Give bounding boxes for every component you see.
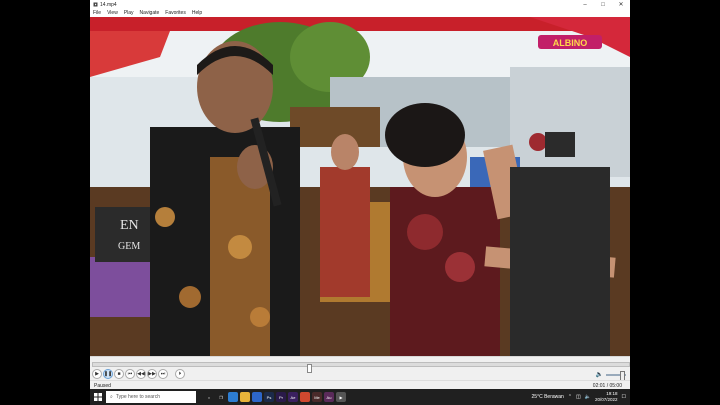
clock-date: 20/07/2022 bbox=[594, 397, 618, 402]
speaker-icon[interactable]: 🔈 bbox=[596, 371, 603, 378]
pinned-apps: ○ ❐ Ps Pr Ae Me Au ▶ bbox=[204, 392, 346, 402]
banner-text-2: GEM bbox=[118, 241, 140, 252]
edge-icon[interactable] bbox=[228, 392, 238, 402]
seek-thumb[interactable] bbox=[307, 364, 313, 373]
next-icon[interactable]: ⏭ bbox=[158, 369, 168, 379]
prev-icon[interactable]: ⏮ bbox=[125, 369, 135, 379]
media-player-taskbar-icon[interactable]: ▶ bbox=[336, 392, 346, 402]
forward-icon[interactable]: ▶▶ bbox=[147, 369, 157, 379]
stop-icon[interactable]: ■ bbox=[114, 369, 124, 379]
menu-help[interactable]: Help bbox=[189, 10, 205, 16]
tray-overflow-icon[interactable]: ⌃ bbox=[568, 394, 572, 400]
taskbar-search-input[interactable]: ⌕ Type here to search bbox=[106, 391, 196, 403]
premiere-icon[interactable]: Pr bbox=[276, 392, 286, 402]
menu-bar: File View Play Navigate Favorites Help bbox=[90, 9, 630, 17]
chrome-icon[interactable] bbox=[300, 392, 310, 402]
audition-icon[interactable]: Au bbox=[324, 392, 334, 402]
menu-navigate[interactable]: Navigate bbox=[137, 10, 163, 16]
maximize-button[interactable]: □ bbox=[594, 0, 612, 9]
frame-step-icon[interactable]: ⏵ bbox=[175, 369, 185, 379]
playback-time: 02:01 / 05:00 bbox=[592, 382, 622, 389]
playback-controls: ▶ ❚❚ ■ ⏮ ◀◀ ▶▶ ⏭ ⏵ 🔈 bbox=[90, 356, 630, 381]
taskbar: ⌕ Type here to search ○ ❐ Ps Pr Ae Me Au… bbox=[90, 389, 630, 405]
rewind-icon[interactable]: ◀◀ bbox=[136, 369, 146, 379]
cortana-icon[interactable]: ○ bbox=[204, 392, 214, 402]
weather-status[interactable]: 25°C Berawan bbox=[532, 394, 564, 400]
search-placeholder: Type here to search bbox=[115, 394, 161, 400]
media-player-window: 14.mp4 – □ ✕ File View Play Navigate Fav… bbox=[90, 0, 630, 390]
photoshop-icon[interactable]: Ps bbox=[264, 392, 274, 402]
video-frame[interactable]: EN GEM ALBINO bbox=[90, 17, 630, 356]
video-scene: EN GEM ALBINO bbox=[90, 17, 630, 356]
media-encoder-icon[interactable]: Me bbox=[312, 392, 322, 402]
clock[interactable]: 19:18 20/07/2022 bbox=[595, 391, 618, 403]
control-buttons: ▶ ❚❚ ■ ⏮ ◀◀ ▶▶ ⏭ ⏵ bbox=[92, 369, 185, 379]
volume-slider[interactable] bbox=[606, 370, 626, 381]
system-tray: 25°C Berawan ⌃ ◫ 🔈 19:18 20/07/2022 ☐ bbox=[532, 391, 630, 403]
menu-favorites[interactable]: Favorites bbox=[162, 10, 189, 16]
file-explorer-icon[interactable] bbox=[240, 392, 250, 402]
windows-start-icon[interactable] bbox=[90, 389, 106, 405]
volume-control: 🔈 bbox=[596, 370, 626, 381]
play-icon[interactable]: ▶ bbox=[92, 369, 102, 379]
window-title: 14.mp4 bbox=[100, 1, 117, 8]
menu-play[interactable]: Play bbox=[121, 10, 137, 16]
search-icon: ⌕ bbox=[110, 394, 113, 400]
menu-file[interactable]: File bbox=[90, 10, 104, 16]
volume-thumb[interactable] bbox=[620, 370, 625, 381]
title-bar: 14.mp4 – □ ✕ bbox=[90, 0, 630, 9]
minimize-button[interactable]: – bbox=[576, 0, 594, 9]
pause-icon[interactable]: ❚❚ bbox=[103, 369, 113, 379]
after-effects-icon[interactable]: Ae bbox=[288, 392, 298, 402]
menu-view[interactable]: View bbox=[104, 10, 121, 16]
network-icon[interactable]: ◫ bbox=[576, 394, 581, 400]
volume-tray-icon[interactable]: 🔈 bbox=[585, 394, 591, 400]
mail-icon[interactable] bbox=[252, 392, 262, 402]
channel-logo: ALBINO bbox=[553, 38, 588, 48]
notifications-icon[interactable]: ☐ bbox=[622, 394, 626, 400]
desktop-background: 14.mp4 – □ ✕ File View Play Navigate Fav… bbox=[0, 0, 720, 405]
playback-status: Paused bbox=[94, 382, 111, 389]
seek-bar[interactable] bbox=[92, 362, 630, 373]
banner-text: EN bbox=[120, 218, 139, 233]
app-icon bbox=[93, 2, 98, 7]
close-button[interactable]: ✕ bbox=[612, 0, 630, 9]
task-view-icon[interactable]: ❐ bbox=[216, 392, 226, 402]
